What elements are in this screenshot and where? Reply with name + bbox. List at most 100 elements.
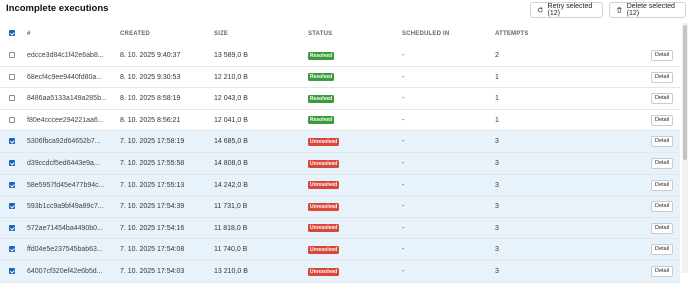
created-date: 7. 10. 2025 17:54:16 <box>120 224 185 232</box>
created-date: 8. 10. 2025 8:58:19 <box>120 95 181 103</box>
detail-button[interactable]: Detail <box>651 179 673 191</box>
scheduled-in: - <box>402 246 405 254</box>
row-checkbox[interactable] <box>9 181 15 188</box>
created-date: 8. 10. 2025 9:40:37 <box>120 52 181 59</box>
detail-button[interactable]: Detail <box>651 50 673 61</box>
trash-icon <box>617 7 622 13</box>
row-checkbox[interactable] <box>9 52 15 58</box>
scheduled-in: - <box>402 160 405 167</box>
status-badge: Unresolved <box>308 202 340 211</box>
payload-size: 13 210,0 B <box>214 268 248 275</box>
column-header-attempts[interactable]: ATTEMPTS <box>495 31 529 37</box>
status-badge: Unresolved <box>308 224 340 233</box>
detail-button[interactable]: Detail <box>651 136 673 148</box>
execution-id: 64007cf320ef42e6b5d... <box>27 268 103 275</box>
scheduled-in: - <box>402 203 405 211</box>
created-date: 7. 10. 2025 17:54:03 <box>120 268 185 275</box>
detail-button[interactable]: Detail <box>651 158 673 169</box>
execution-id: f80e4cccee294221aa6... <box>27 116 104 124</box>
page-title: Incomplete executions <box>6 3 109 14</box>
attempts-count: 3 <box>495 246 499 254</box>
payload-size: 12 043,0 B <box>214 95 248 103</box>
execution-id: d39ccdcf5ed6443e9a... <box>27 160 100 167</box>
payload-size: 11 818,0 B <box>214 224 248 232</box>
row-checkbox[interactable] <box>9 116 15 123</box>
status-badge: Unresolved <box>308 159 340 168</box>
detail-button[interactable]: Detail <box>651 93 673 105</box>
execution-id: 8486aa5133a149a285b... <box>27 95 107 103</box>
scrollbar-thumb[interactable] <box>683 25 687 160</box>
retry-selected-button[interactable]: Retry selected (12) <box>530 2 603 18</box>
scheduled-in: - <box>402 116 405 124</box>
scheduled-in: - <box>402 224 405 232</box>
scheduled-in: - <box>402 138 405 146</box>
detail-button[interactable]: Detail <box>651 201 673 213</box>
scheduled-in: - <box>402 95 405 103</box>
table-row[interactable]: 68ecf4c9ee9440fd80a... 8. 10. 2025 9:30:5… <box>0 66 680 89</box>
delete-selected-button[interactable]: Delete selected (12) <box>609 2 686 18</box>
column-header-size[interactable]: SIZE <box>214 31 228 37</box>
created-date: 8. 10. 2025 8:56:21 <box>120 116 181 124</box>
row-checkbox[interactable] <box>9 138 15 145</box>
execution-id: ffd04e5e237545bab63... <box>27 246 103 254</box>
refresh-icon <box>537 7 543 13</box>
attempts-count: 3 <box>495 203 499 211</box>
row-checkbox[interactable] <box>9 268 15 274</box>
execution-id: 5306fbca92d64652b7... <box>27 138 101 146</box>
payload-size: 14 242,0 B <box>214 181 248 189</box>
attempts-count: 1 <box>495 95 499 103</box>
attempts-count: 1 <box>495 73 499 81</box>
status-badge: Resolved <box>308 94 335 103</box>
table-row[interactable]: 58e5957fd45e477b94c... 7. 10. 2025 17:55:… <box>0 174 680 197</box>
table-row[interactable]: f80e4cccee294221aa6... 8. 10. 2025 8:56:2… <box>0 109 680 132</box>
payload-size: 11 740,0 B <box>214 246 248 254</box>
row-checkbox[interactable] <box>9 224 15 231</box>
table-row[interactable]: d39ccdcf5ed6443e9a... 7. 10. 2025 17:55:5… <box>0 153 680 175</box>
created-date: 7. 10. 2025 17:54:08 <box>120 246 185 254</box>
row-checkbox[interactable] <box>9 203 15 210</box>
detail-button[interactable]: Detail <box>651 266 673 277</box>
row-checkbox[interactable] <box>9 246 15 253</box>
scheduled-in: - <box>402 73 405 81</box>
table-row[interactable]: ffd04e5e237545bab63... 7. 10. 2025 17:54:… <box>0 239 680 261</box>
detail-button[interactable]: Detail <box>651 114 673 126</box>
status-badge: Unresolved <box>308 137 340 146</box>
payload-size: 12 210,0 B <box>214 73 248 81</box>
row-checkbox[interactable] <box>9 160 15 166</box>
row-checkbox[interactable] <box>9 73 15 80</box>
status-badge: Resolved <box>308 73 335 82</box>
status-badge: Unresolved <box>308 267 340 276</box>
table-row[interactable]: 8486aa5133a149a285b... 8. 10. 2025 8:58:1… <box>0 88 680 110</box>
table-row[interactable]: 5306fbca92d64652b7... 7. 10. 2025 17:58:1… <box>0 131 680 153</box>
column-header-status[interactable]: STATUS <box>308 31 332 37</box>
created-date: 7. 10. 2025 17:54:39 <box>120 203 185 211</box>
status-badge: Resolved <box>308 116 335 125</box>
attempts-count: 3 <box>495 138 499 146</box>
column-header-created[interactable]: CREATED <box>120 31 150 37</box>
attempts-count: 3 <box>495 224 499 232</box>
attempts-count: 3 <box>495 268 499 275</box>
detail-button[interactable]: Detail <box>651 222 673 234</box>
detail-button[interactable]: Detail <box>651 71 673 83</box>
table-row[interactable]: 572ae71454ba4490b0... 7. 10. 2025 17:54:1… <box>0 217 680 240</box>
created-date: 7. 10. 2025 17:58:19 <box>120 138 185 146</box>
column-header-scheduled-in[interactable]: SCHEDULED IN <box>402 31 449 37</box>
execution-id: 572ae71454ba4490b0... <box>27 224 103 232</box>
column-header-id[interactable]: # <box>27 31 31 37</box>
payload-size: 13 589,0 B <box>214 52 248 59</box>
row-checkbox[interactable] <box>9 95 15 102</box>
payload-size: 14 808,0 B <box>214 160 248 167</box>
table-row[interactable]: 593b1cc9a9bf49a89c7... 7. 10. 2025 17:54:… <box>0 196 680 218</box>
scheduled-in: - <box>402 52 405 59</box>
retry-selected-label: Retry selected (12) <box>547 3 593 17</box>
select-all-checkbox[interactable] <box>9 30 15 36</box>
delete-selected-label: Delete selected (12) <box>626 3 675 17</box>
payload-size: 14 685,0 B <box>214 138 248 146</box>
execution-id: edcce3d84c1f42e6ab8... <box>27 52 104 59</box>
table-row[interactable]: 64007cf320ef42e6b5d... 7. 10. 2025 17:54:… <box>0 261 680 283</box>
table-row[interactable]: edcce3d84c1f42e6ab8... 8. 10. 2025 9:40:3… <box>0 45 680 67</box>
detail-button[interactable]: Detail <box>651 244 673 256</box>
execution-id: 68ecf4c9ee9440fd80a... <box>27 73 103 81</box>
status-badge: Unresolved <box>308 245 340 254</box>
created-date: 8. 10. 2025 9:30:53 <box>120 73 181 81</box>
